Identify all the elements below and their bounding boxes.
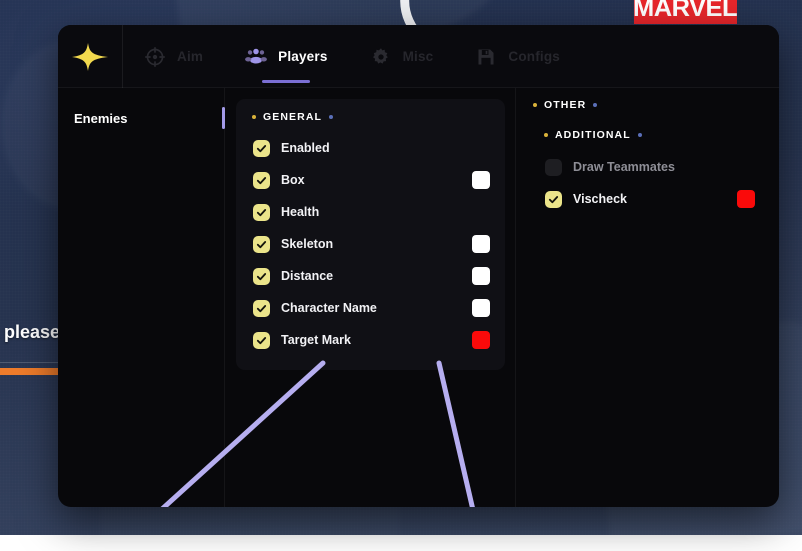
- option-label-enabled: Enabled: [281, 141, 330, 155]
- additional-subgroup-title: ADDITIONAL: [555, 129, 631, 141]
- option-row-character-name: Character Name: [249, 292, 492, 324]
- hud-orange-accent-bar: [0, 368, 58, 375]
- checkbox-enabled[interactable]: [253, 140, 270, 157]
- checkbox-health[interactable]: [253, 204, 270, 221]
- general-group-title: GENERAL: [263, 111, 322, 123]
- option-row-vischeck: Vischeck: [530, 183, 765, 215]
- sidebar: Enemies: [58, 88, 225, 507]
- tab-misc[interactable]: Misc: [349, 25, 455, 88]
- marvel-logo: MARVEL: [634, 0, 737, 24]
- option-label-health: Health: [281, 205, 319, 219]
- bullet-dot-left-icon: [544, 133, 548, 137]
- tab-configs-label: Configs: [508, 49, 560, 64]
- hud-divider-line: [0, 362, 60, 363]
- tab-bar: Aim Players: [58, 25, 779, 88]
- tab-players[interactable]: Players: [224, 25, 348, 88]
- middle-panel: GENERAL Enabled Box: [225, 88, 516, 507]
- checkbox-box[interactable]: [253, 172, 270, 189]
- color-swatch-skeleton[interactable]: [472, 235, 490, 253]
- option-row-target-mark: Target Mark: [249, 324, 492, 356]
- bullet-dot-right-icon: [638, 133, 642, 137]
- right-panel: OTHER ADDITIONAL Draw Teammates Vischeck: [516, 88, 779, 507]
- color-swatch-vischeck[interactable]: [737, 190, 755, 208]
- bullet-dot-left-icon: [533, 103, 537, 107]
- color-swatch-character-name[interactable]: [472, 299, 490, 317]
- marvel-logo-text: MARVEL: [633, 0, 737, 23]
- option-label-vischeck: Vischeck: [573, 192, 627, 206]
- option-row-box: Box: [249, 164, 492, 196]
- option-label-character-name: Character Name: [281, 301, 377, 315]
- option-label-skeleton: Skeleton: [281, 237, 333, 251]
- option-label-distance: Distance: [281, 269, 333, 283]
- sidebar-item-enemies-label: Enemies: [74, 111, 127, 126]
- players-icon: [245, 46, 267, 68]
- additional-subgroup-header: ADDITIONAL: [530, 129, 765, 141]
- option-row-draw-teammates: Draw Teammates: [530, 151, 765, 183]
- general-group-header: GENERAL: [249, 111, 492, 123]
- other-group-header: OTHER: [530, 99, 765, 111]
- hud-message-text: , please: [0, 322, 60, 343]
- checkbox-distance[interactable]: [253, 268, 270, 285]
- tab-aim[interactable]: Aim: [123, 25, 224, 88]
- tab-players-label: Players: [278, 49, 327, 64]
- sparkle-icon: [70, 41, 110, 73]
- tab-misc-label: Misc: [403, 49, 434, 64]
- gear-icon: [370, 46, 392, 68]
- checkbox-draw-teammates[interactable]: [545, 159, 562, 176]
- floppy-disk-icon: [475, 46, 497, 68]
- brand-logo-cell: [58, 25, 123, 88]
- option-label-box: Box: [281, 173, 305, 187]
- option-row-skeleton: Skeleton: [249, 228, 492, 260]
- bullet-dot-right-icon: [329, 115, 333, 119]
- checkbox-character-name[interactable]: [253, 300, 270, 317]
- bullet-dot-left-icon: [252, 115, 256, 119]
- option-row-health: Health: [249, 196, 492, 228]
- general-group-card: GENERAL Enabled Box: [236, 99, 505, 370]
- sidebar-item-enemies[interactable]: Enemies: [58, 104, 224, 132]
- option-row-distance: Distance: [249, 260, 492, 292]
- tab-aim-label: Aim: [177, 49, 203, 64]
- checkbox-skeleton[interactable]: [253, 236, 270, 253]
- crosshair-icon: [144, 46, 166, 68]
- bullet-dot-right-icon: [593, 103, 597, 107]
- other-group-title: OTHER: [544, 99, 586, 111]
- cheat-menu-window: Aim Players: [58, 25, 779, 507]
- checkbox-vischeck[interactable]: [545, 191, 562, 208]
- option-label-draw-teammates: Draw Teammates: [573, 160, 675, 174]
- option-row-enabled: Enabled: [249, 132, 492, 164]
- color-swatch-distance[interactable]: [472, 267, 490, 285]
- color-swatch-box[interactable]: [472, 171, 490, 189]
- checkbox-target-mark[interactable]: [253, 332, 270, 349]
- option-label-target-mark: Target Mark: [281, 333, 351, 347]
- tab-configs[interactable]: Configs: [454, 25, 581, 88]
- window-body: Enemies GENERAL Enabled: [58, 88, 779, 507]
- color-swatch-target-mark[interactable]: [472, 331, 490, 349]
